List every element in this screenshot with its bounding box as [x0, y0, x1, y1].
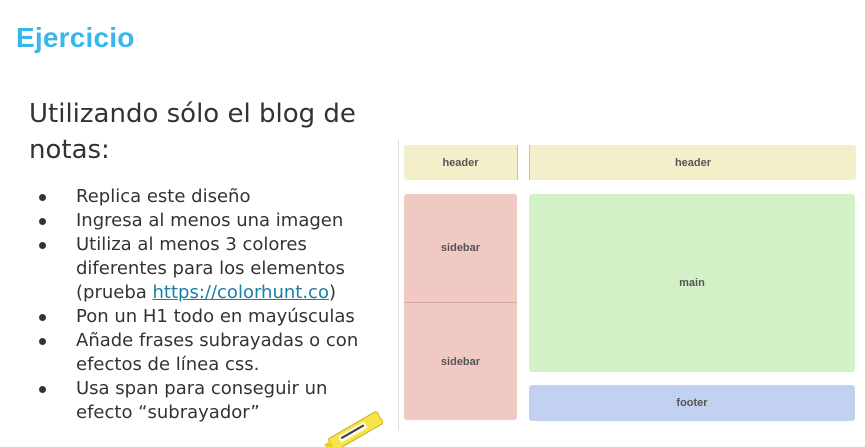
diagram-sidebar-top: sidebar: [404, 194, 517, 303]
colorhunt-link[interactable]: https://colorhunt.co: [153, 282, 329, 303]
list-item: Ingresa al menos una imagen: [37, 209, 379, 233]
diagram-main: main: [529, 194, 855, 372]
bullet-dot: [39, 338, 46, 345]
diagram-header-right: header: [529, 145, 856, 180]
list-item-text: Ingresa al menos una imagen: [76, 210, 344, 231]
list-item: Pon un H1 todo en mayúsculas: [37, 305, 379, 329]
diagram-footer: footer: [529, 385, 855, 421]
diagram-header-left: header: [404, 145, 518, 180]
slide: Ejercicio Utilizando sólo el blog de not…: [0, 0, 865, 447]
list-item-text: Usa span para conseguir un efecto “subra…: [76, 378, 328, 423]
list-item: Utiliza al menos 3 colores diferentes pa…: [37, 233, 379, 305]
layout-diagram: header header sidebar sidebar main foote…: [398, 140, 859, 430]
list-item-text: Replica este diseño: [76, 186, 251, 207]
task-list: Replica este diseño Ingresa al menos una…: [37, 185, 379, 425]
list-item-text: Utiliza al menos 3 colores diferentes pa…: [76, 234, 345, 279]
bullet-dot: [39, 218, 46, 225]
diagram-sidebar-bottom: sidebar: [404, 303, 517, 420]
slide-title: Ejercicio: [16, 22, 135, 53]
list-item: Replica este diseño: [37, 185, 379, 209]
bullet-dot: [39, 194, 46, 201]
bullet-dot: [39, 314, 46, 321]
list-item-text: Añade frases subrayadas o con efectos de…: [76, 330, 359, 375]
list-item-text: ): [328, 282, 336, 303]
list-item: Añade frases subrayadas o con efectos de…: [37, 329, 379, 377]
bullet-dot: [39, 386, 46, 393]
intro-text: Utilizando sólo el blog de notas:: [29, 99, 356, 165]
highlighter-pen-icon: [324, 411, 384, 447]
list-item-text: Pon un H1 todo en mayúsculas: [76, 306, 355, 327]
bullet-dot: [39, 242, 46, 249]
list-item-text: (prueba: [76, 282, 153, 303]
